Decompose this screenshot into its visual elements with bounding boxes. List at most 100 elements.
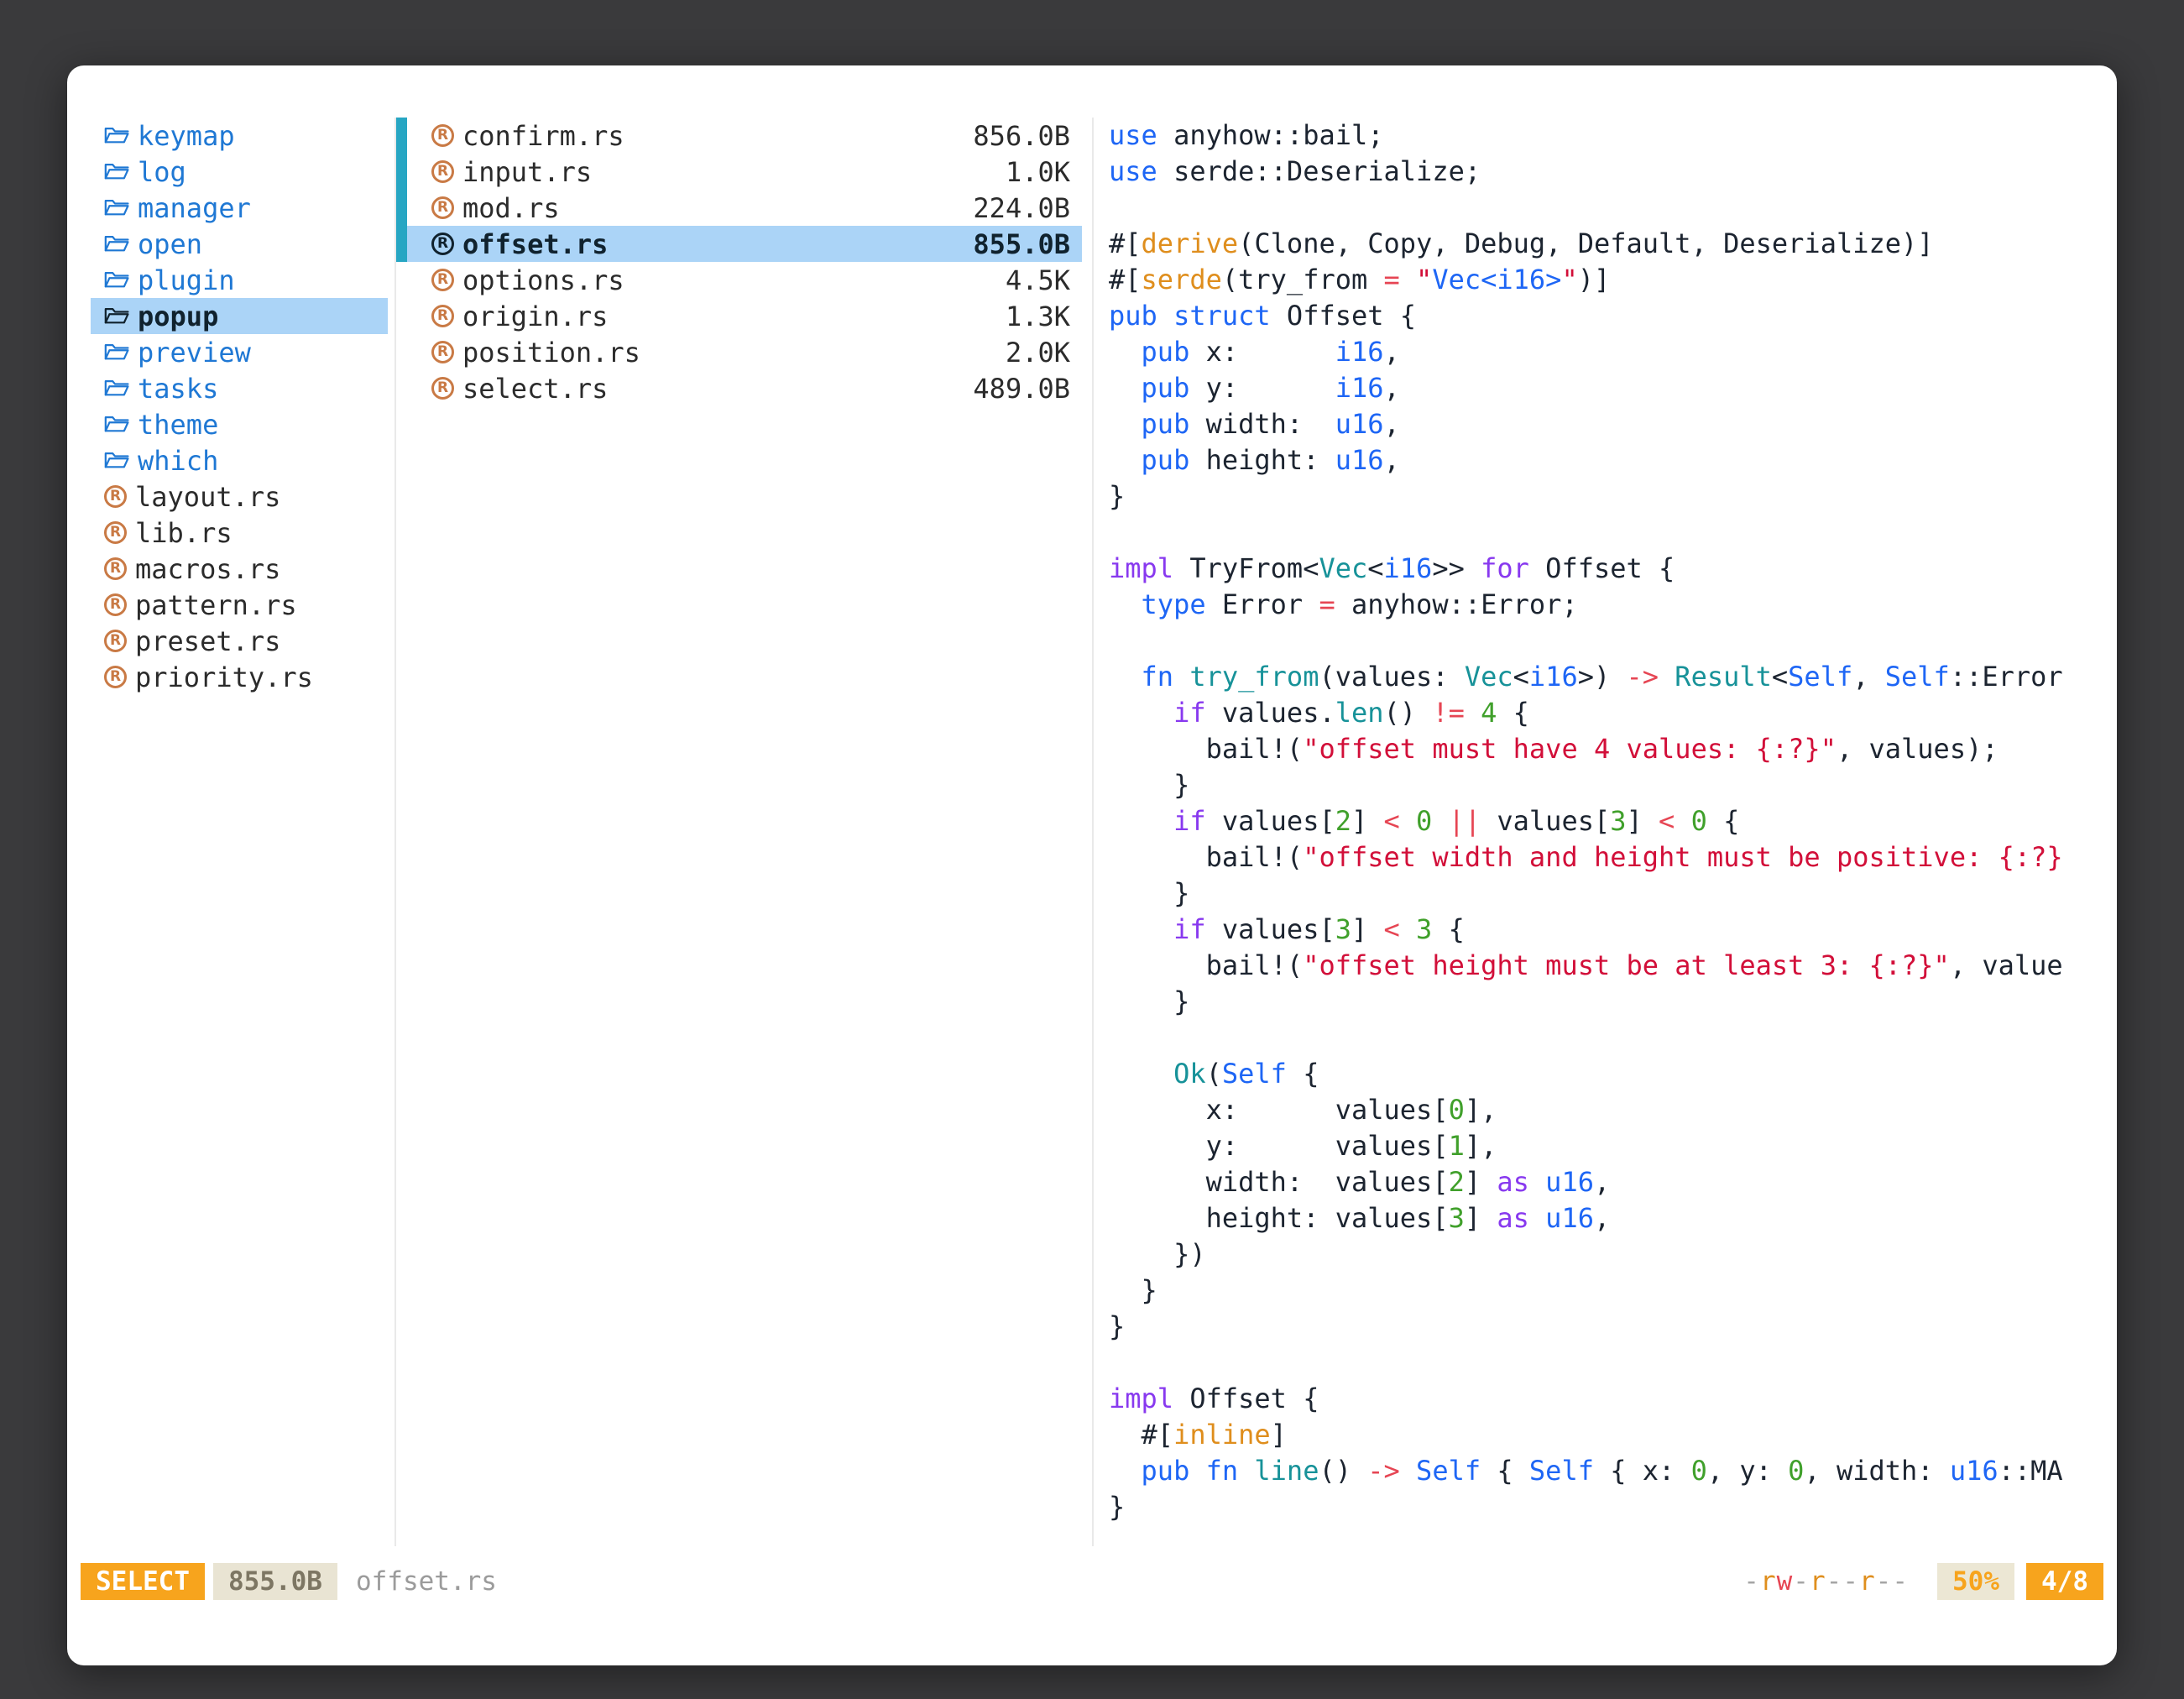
code-line: bail!("offset must have 4 values: {:?}",… [1109, 731, 2117, 767]
open-folder-icon [104, 161, 129, 182]
sidebar-file-lib.rs[interactable]: Rlib.rs [91, 515, 388, 551]
rust-file-icon: R [431, 305, 454, 327]
code-line: } [1109, 1273, 2117, 1309]
file-row-position.rs[interactable]: Rposition.rs 2.0K [396, 334, 1082, 370]
code-line [1109, 1020, 2117, 1056]
file-size: 1.3K [1006, 301, 1070, 332]
current-pane: Rconfirm.rs856.0BRinput.rs1.0KRmod.rs224… [394, 118, 1094, 1546]
sidebar-folder-keymap[interactable]: keymap [91, 118, 388, 154]
cursor-position-badge: 4/8 [2026, 1563, 2103, 1600]
file-size: 1.0K [1006, 156, 1070, 188]
open-folder-icon [104, 378, 129, 399]
item-label: manager [138, 192, 251, 224]
file-row-input.rs[interactable]: Rinput.rs 1.0K [396, 154, 1082, 190]
item-label: open [138, 228, 202, 260]
file-name: input.rs [462, 156, 592, 188]
sidebar-folder-theme[interactable]: theme [91, 406, 388, 442]
sidebar-file-priority.rs[interactable]: Rpriority.rs [91, 659, 388, 695]
rust-file-icon: R [104, 593, 127, 616]
file-permissions: -rw-r--r-- [1743, 1566, 1909, 1597]
file-row-offset.rs[interactable]: Roffset.rs855.0B [396, 226, 1082, 262]
open-folder-icon [104, 414, 129, 435]
code-line: #[derive(Clone, Copy, Debug, Default, De… [1109, 226, 2117, 262]
file-size: 224.0B [973, 192, 1070, 224]
file-name: origin.rs [462, 301, 608, 332]
open-folder-icon [104, 342, 129, 363]
item-label: tasks [138, 373, 218, 405]
rust-file-icon: R [431, 160, 454, 183]
rust-file-icon: R [431, 233, 454, 255]
sidebar-file-layout.rs[interactable]: Rlayout.rs [91, 478, 388, 515]
code-line: pub fn line() -> Self { Self { x: 0, y: … [1109, 1453, 2117, 1489]
item-label: preview [138, 337, 251, 369]
sidebar-folder-open[interactable]: open [91, 226, 388, 262]
item-label: log [138, 156, 186, 188]
code-line: }) [1109, 1236, 2117, 1273]
code-line: pub struct Offset { [1109, 298, 2117, 334]
item-label: layout.rs [135, 481, 280, 513]
status-bar: SELECT 855.0B offset.rs -rw-r--r-- 50% 4… [67, 1563, 2117, 1600]
code-line [1109, 623, 2117, 659]
file-row-origin.rs[interactable]: Rorigin.rs 1.3K [396, 298, 1082, 334]
code-line: if values.len() != 4 { [1109, 695, 2117, 731]
code-line: pub x: i16, [1109, 334, 2117, 370]
code-line: #[serde(try_from = "Vec<i16>")] [1109, 262, 2117, 298]
code-line [1109, 190, 2117, 226]
code-line: if values[3] < 3 { [1109, 912, 2117, 948]
sidebar-file-macros.rs[interactable]: Rmacros.rs [91, 551, 388, 587]
sidebar-file-preset.rs[interactable]: Rpreset.rs [91, 623, 388, 659]
file-row-select.rs[interactable]: Rselect.rs489.0B [396, 370, 1082, 406]
rust-file-icon: R [431, 196, 454, 219]
code-line: bail!("offset width and height must be p… [1109, 839, 2117, 876]
rust-file-icon: R [431, 377, 454, 400]
code-line: } [1109, 984, 2117, 1020]
open-folder-icon [104, 233, 129, 254]
sidebar-folder-popup[interactable]: popup [91, 298, 388, 334]
file-name: offset.rs [462, 228, 608, 260]
rust-file-icon: R [104, 557, 127, 580]
sidebar-folder-log[interactable]: log [91, 154, 388, 190]
rust-file-icon: R [431, 341, 454, 363]
rust-file-icon: R [104, 521, 127, 544]
code-line: type Error = anyhow::Error; [1109, 587, 2117, 623]
code-line: use anyhow::bail; [1109, 118, 2117, 154]
open-folder-icon [104, 450, 129, 471]
code-line: } [1109, 478, 2117, 515]
code-line: x: values[0], [1109, 1092, 2117, 1128]
file-row-confirm.rs[interactable]: Rconfirm.rs856.0B [396, 118, 1082, 154]
sidebar-folder-preview[interactable]: preview [91, 334, 388, 370]
file-size: 4.5K [1006, 264, 1070, 296]
open-folder-icon [104, 197, 129, 218]
sidebar-folder-tasks[interactable]: tasks [91, 370, 388, 406]
file-row-mod.rs[interactable]: Rmod.rs224.0B [396, 190, 1082, 226]
item-label: priority.rs [135, 661, 313, 693]
file-size: 2.0K [1006, 337, 1070, 369]
rust-file-icon: R [104, 666, 127, 688]
item-label: plugin [138, 264, 235, 296]
item-label: pattern.rs [135, 589, 297, 621]
sidebar-file-pattern.rs[interactable]: Rpattern.rs [91, 587, 388, 623]
item-label: preset.rs [135, 625, 280, 657]
item-label: macros.rs [135, 553, 280, 585]
item-label: popup [138, 301, 218, 332]
code-line: } [1109, 767, 2117, 803]
file-row-options.rs[interactable]: Roptions.rs4.5K [396, 262, 1082, 298]
code-line: } [1109, 1489, 2117, 1525]
file-size-badge: 855.0B [213, 1563, 337, 1600]
file-name: position.rs [462, 337, 640, 369]
status-filename: offset.rs [356, 1566, 497, 1597]
sidebar-folder-which[interactable]: which [91, 442, 388, 478]
code-line: } [1109, 876, 2117, 912]
sidebar-folder-plugin[interactable]: plugin [91, 262, 388, 298]
file-manager-window: keymaplog manager open plugin popup preview ta… [67, 65, 2117, 1665]
code-line: } [1109, 1309, 2117, 1345]
code-line: fn try_from(values: Vec<i16>) -> Result<… [1109, 659, 2117, 695]
sidebar-folder-manager[interactable]: manager [91, 190, 388, 226]
code-line: if values[2] < 0 || values[3] < 0 { [1109, 803, 2117, 839]
rust-file-icon: R [431, 124, 454, 147]
code-line: bail!("offset height must be at least 3:… [1109, 948, 2117, 984]
code-line: impl TryFrom<Vec<i16>> for Offset { [1109, 551, 2117, 587]
code-line: pub height: u16, [1109, 442, 2117, 478]
code-line: #[inline] [1109, 1417, 2117, 1453]
open-folder-icon [104, 306, 129, 327]
